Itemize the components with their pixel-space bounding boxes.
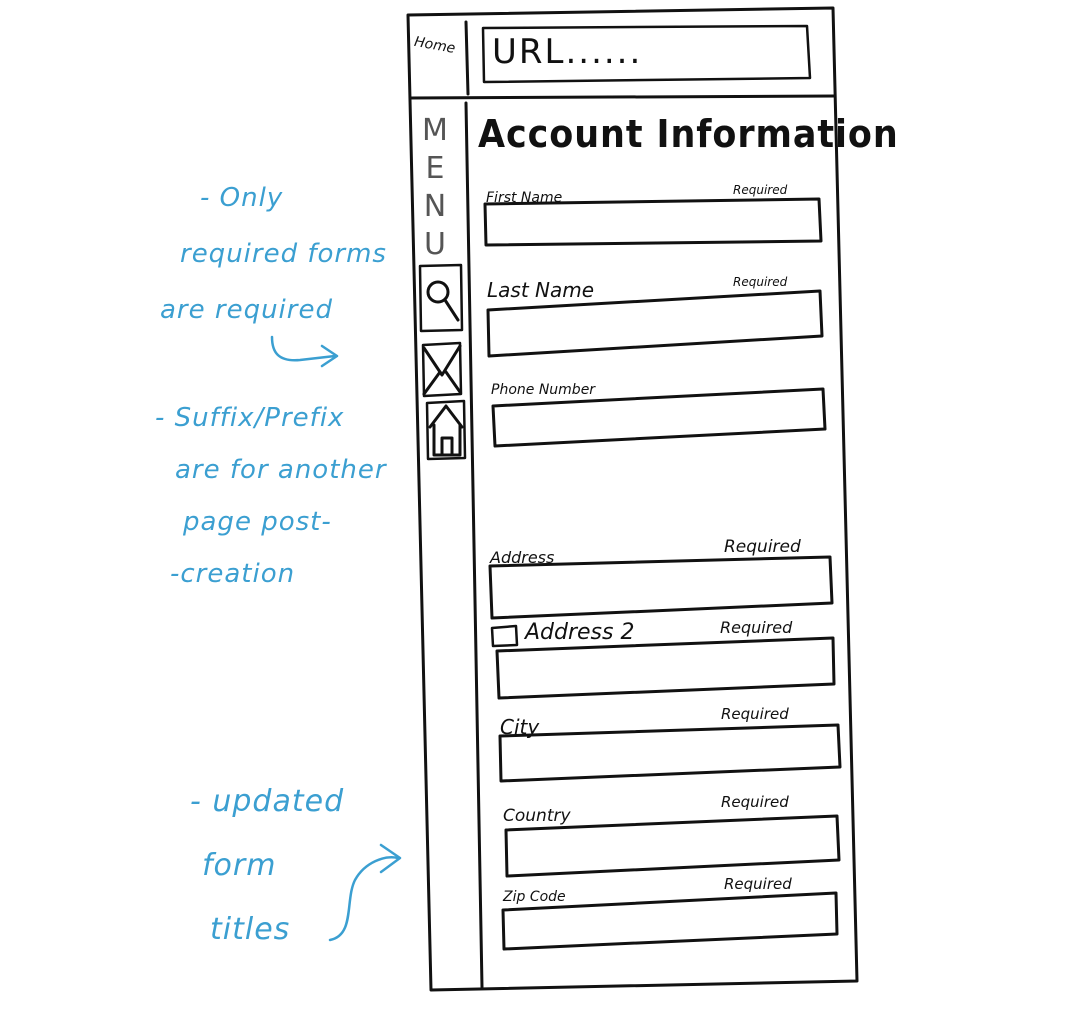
annotation-line: titles: [210, 912, 291, 947]
annotation-line: - Only: [200, 183, 284, 213]
header-divider: [408, 94, 837, 100]
annotation-required-forms: - Only required forms are required: [160, 170, 387, 338]
annotation-line: - updated: [190, 784, 345, 819]
field-label-phone-number: Phone Number: [491, 382, 596, 398]
home-icon-door: [440, 436, 454, 457]
annotation-line: - Suffix/Prefix: [155, 403, 345, 433]
required-badge: Required: [733, 183, 788, 197]
required-badge: Required: [721, 793, 789, 811]
field-label-first-name: First Name: [486, 190, 563, 206]
annotation-line: -creation: [170, 559, 296, 589]
annotation-updated-titles: - updated form titles: [190, 770, 344, 962]
required-badge: Required: [721, 705, 789, 723]
address-2-checkbox: [490, 624, 519, 648]
required-badge: Required: [724, 875, 792, 893]
required-badge: Required: [720, 618, 793, 637]
required-badge: Required: [724, 537, 801, 557]
field-label-address-2: Address 2: [525, 620, 635, 645]
annotation-line: form: [202, 848, 277, 883]
field-label-country: Country: [503, 806, 571, 826]
search-icon-box: [418, 263, 464, 333]
field-label-city: City: [500, 715, 540, 739]
required-badge: Required: [733, 275, 788, 289]
menu-letter: U: [424, 227, 446, 262]
search-icon-handle: [443, 298, 460, 322]
mail-icon-flap: [422, 344, 462, 377]
city-input: [498, 723, 842, 783]
menu-letter: E: [425, 151, 445, 186]
url-input[interactable]: URL......: [492, 32, 792, 72]
field-label-zip-code: Zip Code: [503, 889, 566, 905]
field-label-address: Address: [490, 548, 555, 567]
annotation-line: are required: [160, 295, 333, 325]
annotation-suffix-prefix: - Suffix/Prefix are for another page pos…: [155, 392, 387, 600]
sidebar-divider: [464, 101, 484, 989]
page-title: Account Information: [478, 112, 899, 156]
field-label-last-name: Last Name: [487, 278, 595, 302]
annotation-line: are for another: [175, 455, 387, 485]
annotation-line: required forms: [180, 239, 387, 269]
menu-letter: N: [423, 189, 447, 224]
home-divider: [464, 20, 470, 96]
menu-letter: M: [422, 113, 448, 148]
menu-label[interactable]: M E N U: [415, 112, 455, 264]
annotation-line: page post-: [183, 507, 332, 537]
home-icon-walls: [432, 423, 462, 457]
address-2-input: [495, 636, 836, 700]
